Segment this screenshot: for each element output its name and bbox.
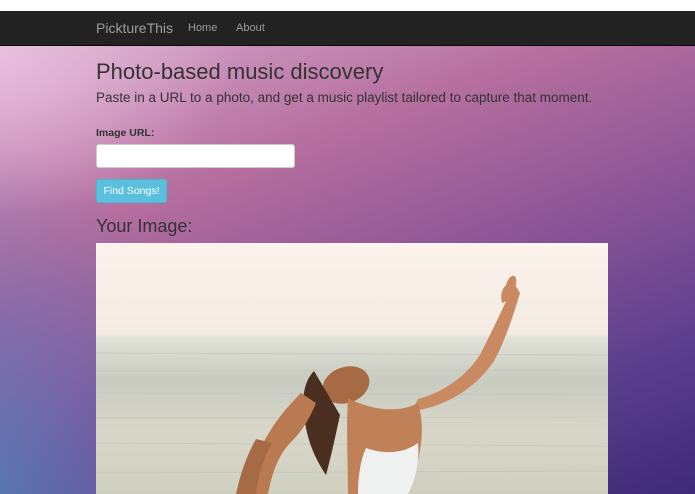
find-songs-button[interactable]: Find Songs! xyxy=(96,179,167,203)
image-url-label: Image URL: xyxy=(96,127,155,139)
your-image-heading: Your Image: xyxy=(96,216,193,236)
image-url-input[interactable] xyxy=(96,144,295,168)
page-title: Photo-based music discovery xyxy=(96,59,384,84)
brand-link[interactable]: PicktureThis xyxy=(96,20,173,36)
nav-home-link[interactable]: Home xyxy=(188,22,217,34)
page-subtitle: Paste in a URL to a photo, and get a mus… xyxy=(96,90,593,105)
navbar: PicktureThis Home About xyxy=(0,11,695,46)
uploaded-photo xyxy=(96,243,608,494)
photo-content xyxy=(96,275,608,494)
nav-about-link[interactable]: About xyxy=(236,22,265,34)
top-strip xyxy=(0,0,695,11)
